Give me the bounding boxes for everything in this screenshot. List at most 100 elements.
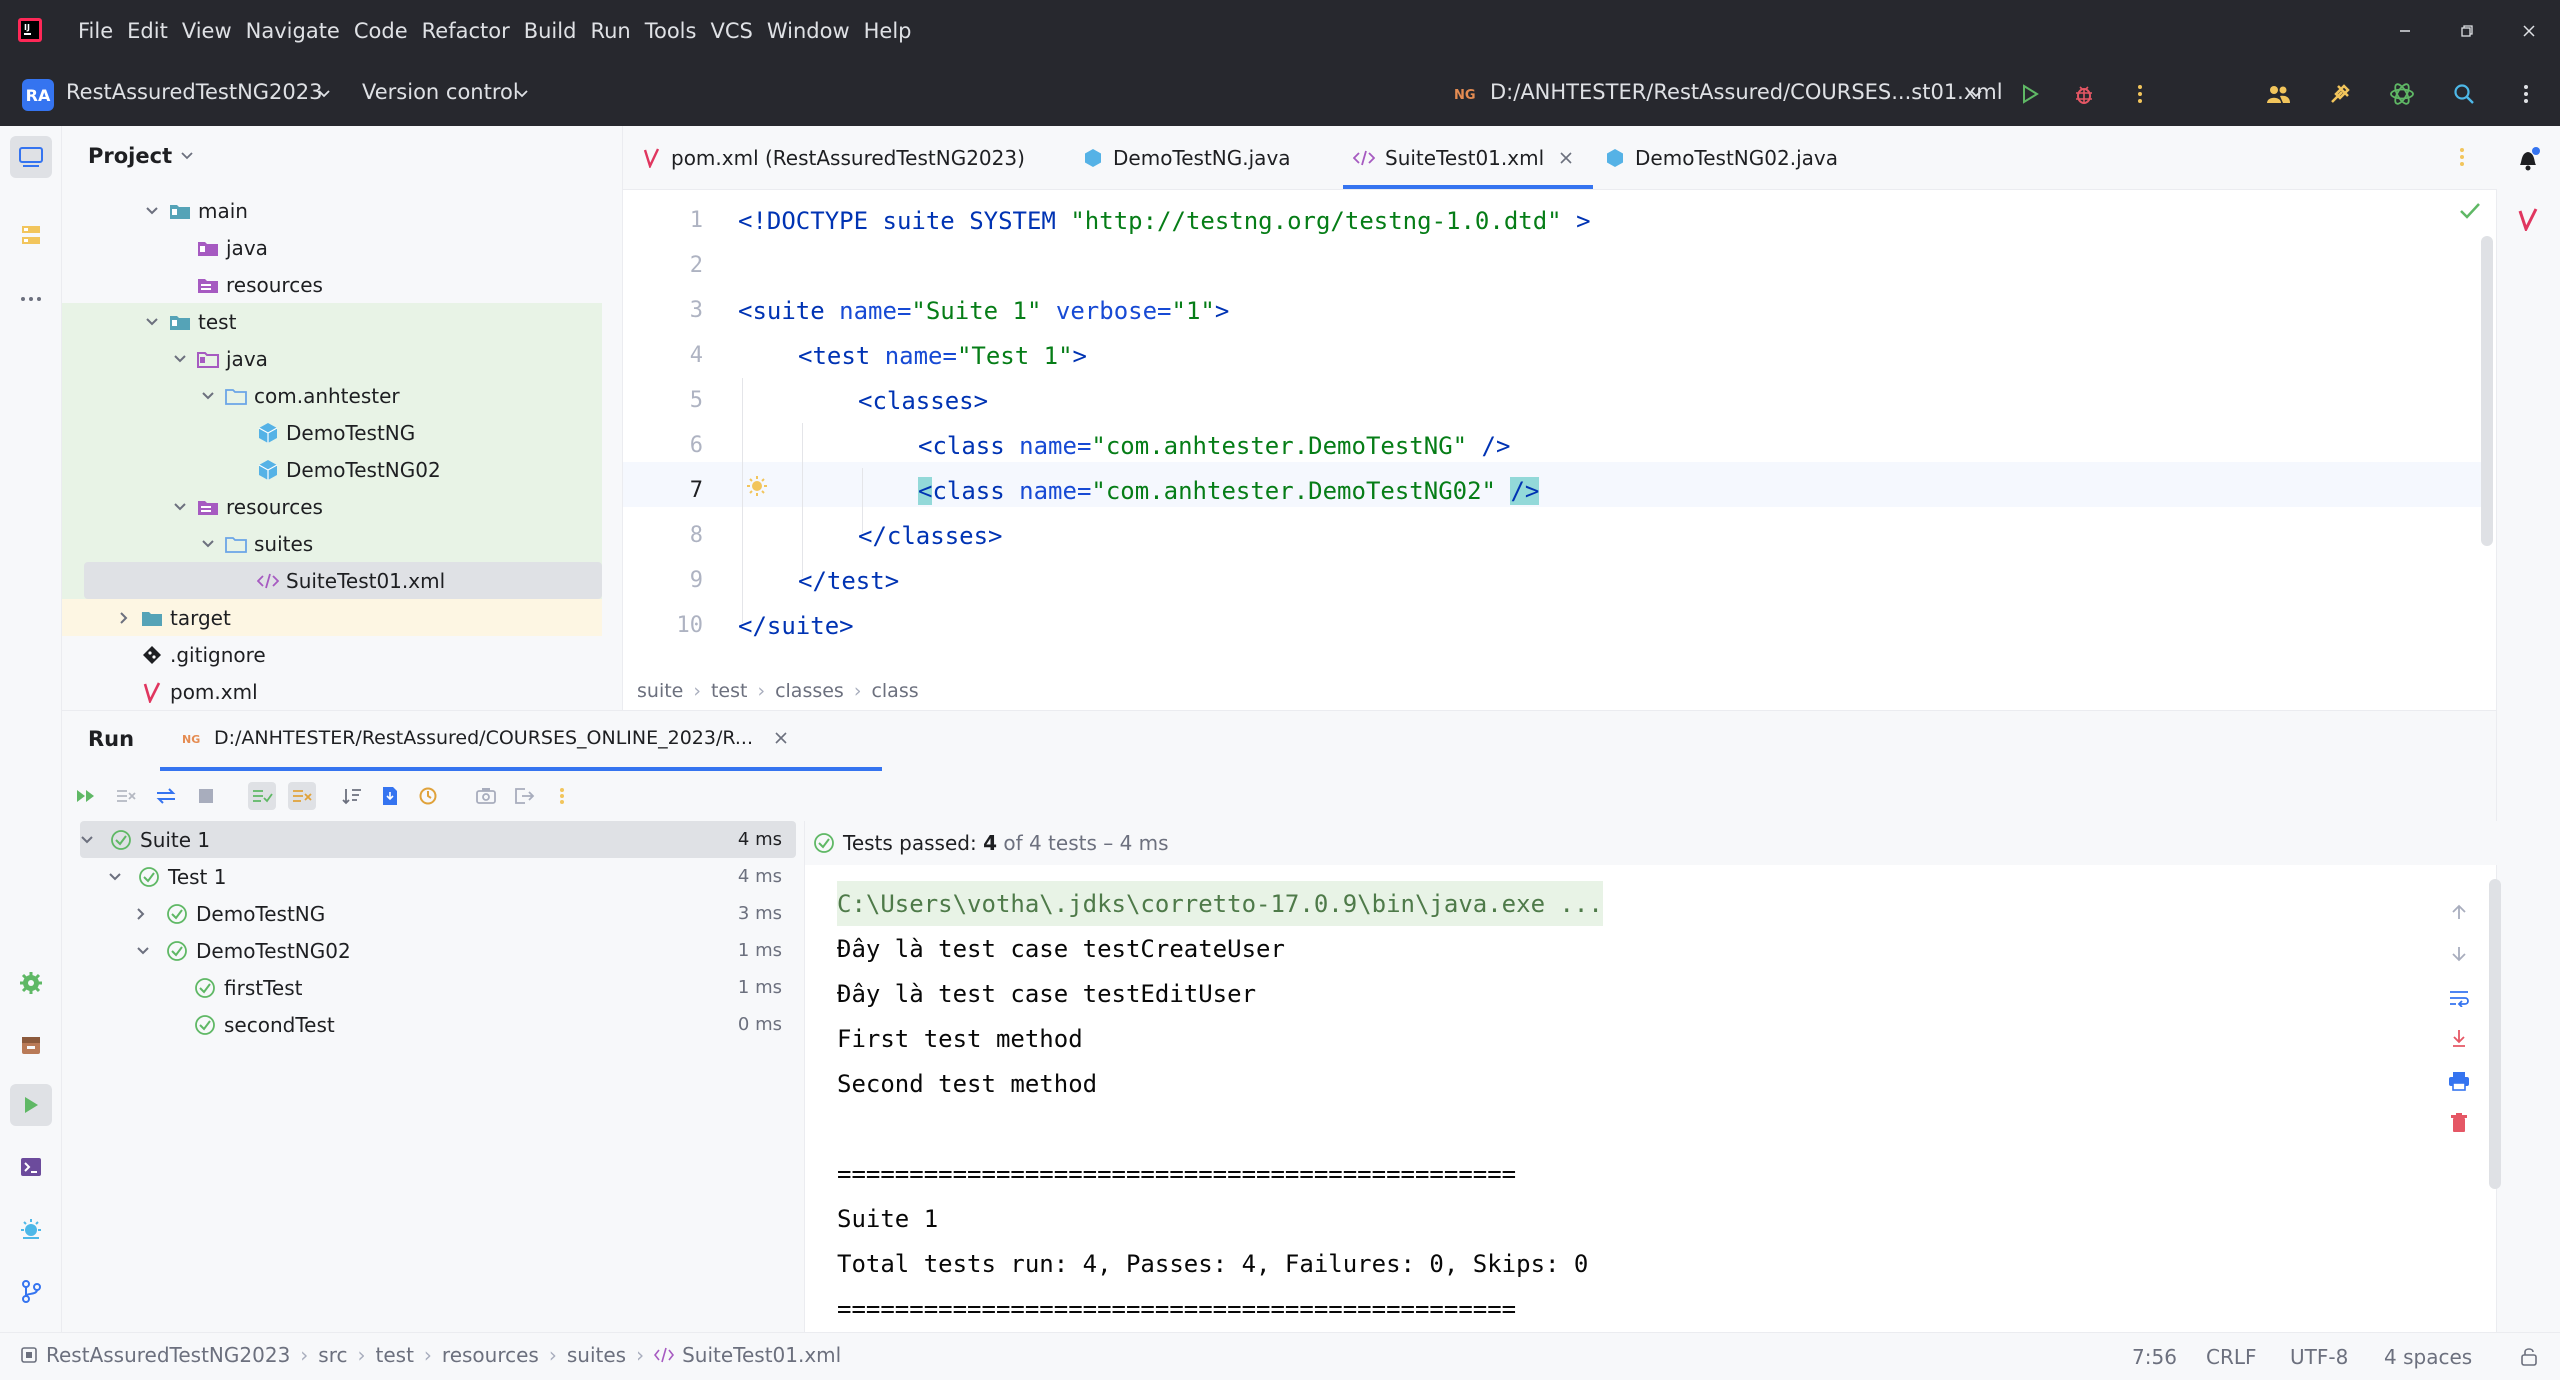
nav-item[interactable]: suites (567, 1343, 626, 1367)
database-archive-icon[interactable] (10, 1024, 52, 1066)
screenshot-icon[interactable] (472, 782, 500, 810)
caret-position[interactable]: 7:56 (2132, 1345, 2177, 1369)
scroll-up-icon[interactable] (2450, 903, 2468, 921)
git-branch-icon[interactable] (10, 1270, 52, 1312)
history-icon[interactable] (414, 782, 442, 810)
test-node-demotestng[interactable]: DemoTestNG 3 ms (80, 895, 796, 932)
menu-navigate[interactable]: Navigate (246, 19, 340, 43)
run-tool-icon[interactable] (10, 1084, 52, 1126)
project-tool-icon[interactable] (10, 136, 52, 178)
test-node-test1[interactable]: Test 1 4 ms (80, 858, 796, 895)
menu-code[interactable]: Code (354, 19, 408, 43)
chevron-down-icon[interactable] (140, 310, 164, 334)
menu-build[interactable]: Build (524, 19, 577, 43)
test-node-suite[interactable]: Suite 1 4 ms (80, 821, 796, 858)
project-selector[interactable]: RestAssuredTestNG2023 (66, 80, 323, 104)
nav-item[interactable]: test (376, 1343, 414, 1367)
chevron-down-icon[interactable] (310, 80, 338, 108)
close-tab-icon[interactable] (775, 732, 787, 744)
more-options-icon[interactable] (548, 782, 576, 810)
nav-item[interactable]: resources (442, 1343, 539, 1367)
minimize-icon[interactable] (2374, 0, 2436, 62)
code-line-4[interactable]: <test name= "Test 1" > (798, 333, 1087, 378)
code-line-8[interactable]: </classes> (858, 513, 1003, 558)
tab-demotestng[interactable]: DemoTestNG.java (1083, 126, 1291, 190)
ai-assistant-icon[interactable] (2388, 80, 2416, 108)
restore-icon[interactable] (2436, 0, 2498, 62)
print-icon[interactable] (2448, 1071, 2470, 1091)
show-ignored-icon[interactable] (288, 782, 316, 810)
nav-item[interactable]: RestAssuredTestNG2023 (46, 1343, 290, 1367)
version-control-menu[interactable]: Version control (362, 80, 519, 104)
test-node-demotestng02[interactable]: DemoTestNG02 1 ms (80, 932, 796, 969)
no-problems-check-icon[interactable] (2459, 202, 2481, 220)
run-icon[interactable] (2016, 80, 2044, 108)
close-tab-icon[interactable] (1560, 152, 1572, 164)
editor-scrollbar[interactable] (2481, 236, 2493, 546)
breadcrumb-item[interactable]: class (871, 680, 918, 702)
tree-item-gitignore[interactable]: .gitignore (62, 636, 602, 673)
menu-view[interactable]: View (182, 19, 232, 43)
notifications-bell-icon[interactable] (2507, 138, 2549, 180)
tree-item-test[interactable]: test (62, 303, 602, 340)
chevron-down-icon[interactable] (1962, 80, 1990, 108)
maven-icon[interactable] (2507, 198, 2549, 240)
nav-item[interactable]: SuiteTest01.xml (682, 1343, 841, 1367)
menu-window[interactable]: Window (767, 19, 850, 43)
run-config-tab[interactable]: NG D:/ANHTESTER/RestAssured/COURSES_ONLI… (182, 727, 787, 749)
chevron-down-icon[interactable] (168, 495, 192, 519)
code-line-10[interactable]: </suite> (738, 603, 854, 648)
tab-options-icon[interactable] (2459, 146, 2465, 168)
scroll-down-icon[interactable] (2450, 945, 2468, 963)
tab-demotestng02[interactable]: DemoTestNG02.java (1605, 126, 1838, 190)
breadcrumb-item[interactable]: test (711, 680, 748, 702)
console-output[interactable]: Tests passed: 4 of 4 tests – 4 ms C:\Use… (804, 821, 2501, 1333)
file-encoding[interactable]: UTF-8 (2290, 1345, 2348, 1369)
run-configuration-selector[interactable]: D:/ANHTESTER/RestAssured/COURSES...st01.… (1490, 80, 2003, 104)
rerun-failed-icon[interactable] (112, 782, 140, 810)
project-badge[interactable]: RA (22, 79, 54, 111)
menu-tools[interactable]: Tools (645, 19, 697, 43)
tab-suitetest01[interactable]: SuiteTest01.xml (1353, 126, 1572, 190)
clear-all-icon[interactable] (2450, 1113, 2468, 1133)
menu-help[interactable]: Help (864, 19, 912, 43)
search-icon[interactable] (2450, 80, 2478, 108)
scroll-to-end-icon[interactable] (2450, 1029, 2468, 1049)
intellij-logo-icon[interactable]: IJ (18, 18, 42, 42)
menu-file[interactable]: File (78, 19, 113, 43)
tree-item-class-demotestng02[interactable]: DemoTestNG02 (62, 451, 602, 488)
breadcrumb-item[interactable]: suite (637, 680, 683, 702)
code-with-me-icon[interactable] (2264, 80, 2292, 108)
build-tools-icon[interactable] (2326, 80, 2354, 108)
soft-wrap-icon[interactable] (2448, 989, 2470, 1007)
chevron-down-icon[interactable] (140, 199, 164, 223)
structure-tool-icon[interactable] (10, 214, 52, 256)
test-node-secondtest[interactable]: secondTest 0 ms (80, 1006, 796, 1043)
tree-item-target[interactable]: target (62, 599, 602, 636)
tree-item-suites[interactable]: suites (62, 525, 602, 562)
project-panel-header[interactable]: Project (88, 144, 194, 168)
nav-item[interactable]: src (318, 1343, 347, 1367)
code-line-7[interactable]: < class name= "com.anhtester.DemoTestNG02"… (918, 468, 1540, 513)
chevron-right-icon[interactable] (112, 606, 136, 630)
chevron-down-icon[interactable] (196, 384, 220, 408)
chevron-down-icon[interactable] (508, 80, 536, 108)
chevron-down-icon[interactable] (108, 872, 132, 882)
chevron-down-icon[interactable] (196, 532, 220, 556)
tree-item-main[interactable]: main (62, 192, 602, 229)
tree-item-class-demotestng[interactable]: DemoTestNG (62, 414, 602, 451)
console-scrollbar[interactable] (2489, 879, 2501, 1189)
indent-setting[interactable]: 4 spaces (2384, 1345, 2472, 1369)
chevron-right-icon[interactable] (136, 907, 160, 921)
code-line-1[interactable]: <!DOCTYPE suite SYSTEM "http://testng.or… (738, 198, 1591, 243)
code-line-9[interactable]: </test> (798, 558, 899, 603)
debug-icon[interactable] (2070, 80, 2098, 108)
code-line-3[interactable]: <suite name= "Suite 1" verbose= "1" > (738, 288, 1229, 333)
tree-item-test-java[interactable]: java (62, 340, 602, 377)
tree-item-package[interactable]: com.anhtester (62, 377, 602, 414)
chevron-down-icon[interactable] (168, 347, 192, 371)
menu-run[interactable]: Run (590, 19, 630, 43)
menu-vcs[interactable]: VCS (710, 19, 752, 43)
tree-item-pom[interactable]: pom.xml (62, 673, 602, 710)
tree-item-main-resources[interactable]: resources (62, 266, 602, 303)
